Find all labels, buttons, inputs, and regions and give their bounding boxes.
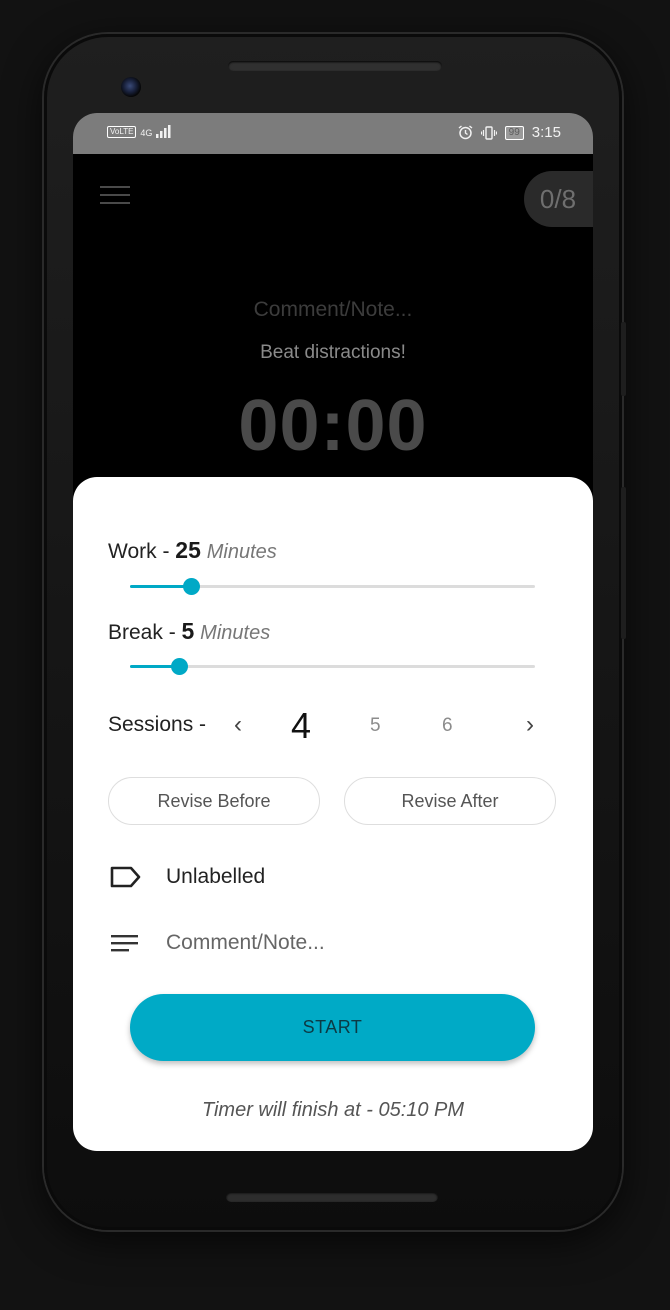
sessions-selected[interactable]: 4	[291, 705, 311, 747]
work-unit: Minutes	[206, 541, 277, 563]
volte-badge: VoLTE	[107, 126, 137, 138]
revise-after-button[interactable]: Revise After	[344, 777, 556, 825]
work-value: 25	[175, 537, 201, 563]
sessions-option[interactable]: 6	[442, 715, 453, 737]
timer-comment: Comment/Note...	[253, 298, 413, 321]
motto-text: Beat distractions!	[260, 342, 406, 363]
alarm-icon	[458, 125, 473, 140]
chevron-left-icon[interactable]: ‹	[234, 711, 242, 739]
break-value: 5	[181, 618, 195, 644]
break-unit: Minutes	[200, 622, 271, 644]
network-indicators: VoLTE 4G	[107, 125, 172, 138]
break-duration-label: Break - 5 Minutes	[108, 618, 270, 645]
session-counter[interactable]: 0/8	[524, 171, 593, 227]
work-slider[interactable]	[130, 578, 535, 595]
settings-sheet: Work - 25 Minutes Break - 5 Minutes Sess…	[73, 477, 593, 1151]
volume-button	[621, 322, 626, 396]
comment-field[interactable]: Comment/Note...	[108, 925, 558, 961]
label-tag-icon	[110, 866, 141, 888]
label-value: Unlabelled	[166, 865, 266, 888]
finish-time-text: Timer will finish at - 05:10 PM	[201, 1099, 465, 1121]
signal-icon	[156, 125, 171, 138]
break-slider-thumb[interactable]	[171, 658, 188, 675]
break-slider[interactable]	[130, 658, 535, 675]
front-camera	[121, 77, 141, 97]
work-duration-label: Work - 25 Minutes	[108, 537, 277, 564]
break-label: Break -	[108, 621, 182, 644]
work-label: Work -	[108, 540, 176, 563]
revise-before-button[interactable]: Revise Before	[108, 777, 320, 825]
work-slider-thumb[interactable]	[183, 578, 200, 595]
hamburger-menu-icon[interactable]	[100, 186, 130, 206]
power-button	[621, 487, 626, 639]
work-slider-fill	[130, 585, 191, 588]
battery-icon: 99	[504, 125, 524, 140]
sessions-picker: Sessions - ‹ 4 5 6 ›	[108, 705, 558, 747]
clock: 3:15	[531, 124, 561, 141]
status-icons: 99 3:15	[458, 124, 561, 141]
network-type: 4G	[140, 128, 153, 138]
status-bar: VoLTE 4G 99 3:15	[73, 113, 593, 154]
vibrate-icon	[480, 125, 497, 140]
start-button[interactable]: START	[130, 994, 535, 1061]
notes-lines-icon	[111, 935, 138, 952]
sessions-option[interactable]: 5	[370, 715, 381, 737]
bottom-speaker	[226, 1192, 438, 1202]
chevron-right-icon[interactable]: ›	[526, 711, 534, 739]
earpiece-speaker	[228, 61, 442, 71]
sessions-label: Sessions -	[108, 713, 207, 736]
timer-display: 00:00	[238, 386, 428, 466]
comment-placeholder: Comment/Note...	[166, 931, 325, 954]
screen: VoLTE 4G 99 3:15 0/8 Comment/Note... Bea…	[73, 113, 593, 1151]
label-field[interactable]: Unlabelled	[108, 859, 558, 895]
